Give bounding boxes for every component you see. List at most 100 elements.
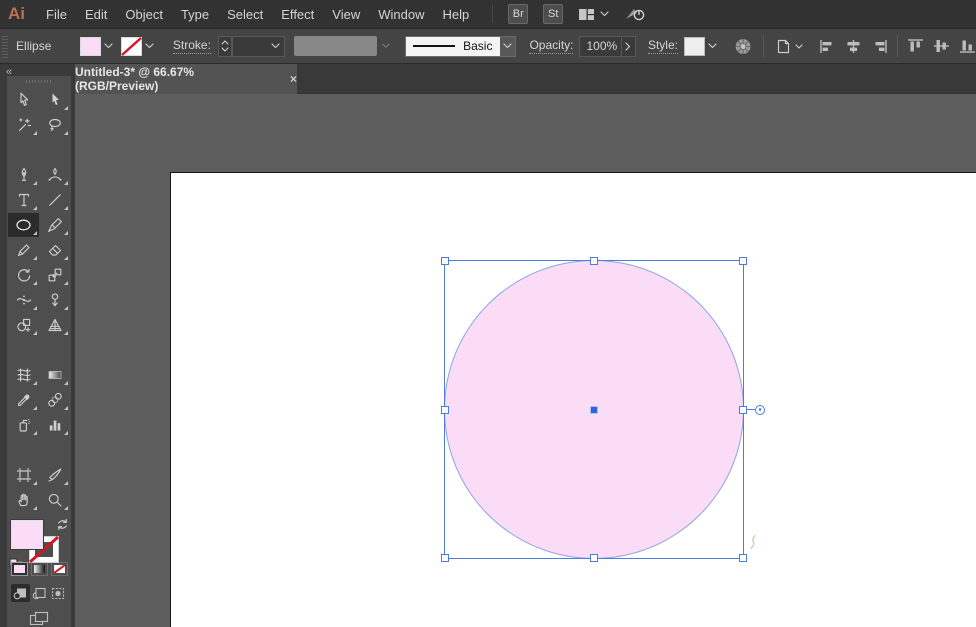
menu-help[interactable]: Help	[433, 7, 478, 22]
menu-select[interactable]: Select	[218, 7, 272, 22]
direct-selection-tool[interactable]	[39, 88, 70, 112]
handle-bottom-right[interactable]	[739, 554, 747, 562]
draw-behind-button[interactable]	[30, 584, 49, 602]
vertical-align-center-icon[interactable]	[933, 38, 950, 54]
fill-proxy-swatch[interactable]	[11, 520, 43, 549]
handle-bottom-left[interactable]	[441, 554, 449, 562]
brush-definition-dropdown[interactable]: Basic	[405, 36, 516, 57]
selection-type-label: Ellipse	[16, 39, 80, 53]
horizontal-align-center-icon[interactable]	[845, 39, 862, 54]
stepper-up-icon[interactable]	[221, 40, 229, 45]
shape-builder-tool[interactable]	[8, 313, 39, 337]
handle-top-right[interactable]	[739, 257, 747, 265]
magic-wand-tool-icon	[16, 117, 32, 133]
menu-window[interactable]: Window	[369, 7, 433, 22]
paintbrush-tool[interactable]	[39, 213, 70, 237]
canvas-area[interactable]	[75, 94, 976, 627]
tool-panel-grip[interactable]	[26, 80, 52, 83]
stepper-down-icon[interactable]	[221, 47, 229, 52]
control-bar: Ellipse Stroke: Basic Opacity: 100%	[0, 29, 976, 64]
tab-close-icon[interactable]: ×	[290, 72, 297, 86]
artboard-tool[interactable]	[8, 463, 39, 487]
swap-fill-stroke-icon[interactable]	[56, 518, 69, 531]
perspective-grid-tool[interactable]	[39, 313, 70, 337]
shaper-tool[interactable]	[8, 238, 39, 262]
draw-inside-button[interactable]	[49, 584, 68, 602]
menu-edit[interactable]: Edit	[76, 7, 116, 22]
menu-object[interactable]: Object	[116, 7, 172, 22]
screen-mode-button[interactable]	[29, 611, 49, 627]
fill-color-swatch[interactable]	[80, 37, 101, 56]
stock-icon[interactable]: St	[543, 4, 563, 24]
live-shape-pie-widget[interactable]	[755, 405, 765, 415]
opacity-expand-button[interactable]	[622, 36, 636, 57]
mesh-tool[interactable]	[8, 363, 39, 387]
ghost-cursor-artifact	[747, 534, 759, 550]
menu-type[interactable]: Type	[172, 7, 218, 22]
gradient-tool[interactable]	[39, 363, 70, 387]
hand-tool[interactable]	[8, 488, 39, 512]
stroke-weight-stepper[interactable]	[218, 36, 232, 57]
width-tool[interactable]	[8, 288, 39, 312]
stroke-color-dropdown[interactable]	[121, 36, 157, 57]
style-dropdown[interactable]	[684, 36, 720, 57]
draw-normal-button[interactable]	[11, 584, 30, 602]
slice-tool[interactable]	[39, 463, 70, 487]
eyedropper-tool-icon	[16, 392, 32, 408]
color-mode-gradient[interactable]	[31, 562, 48, 576]
control-bar-grip[interactable]	[2, 34, 8, 58]
menu-file[interactable]: File	[37, 7, 76, 22]
rotate-tool[interactable]	[8, 263, 39, 287]
stroke-weight-label[interactable]: Stroke:	[173, 38, 211, 54]
menu-effect[interactable]: Effect	[272, 7, 323, 22]
stroke-color-swatch[interactable]	[121, 37, 142, 56]
style-swatch[interactable]	[684, 37, 705, 56]
zoom-tool[interactable]	[39, 488, 70, 512]
handle-bottom-center[interactable]	[590, 554, 598, 562]
magic-wand-tool[interactable]	[8, 113, 39, 137]
transform-options[interactable]	[775, 38, 803, 55]
stroke-weight-dropdown[interactable]	[232, 36, 285, 57]
handle-top-left[interactable]	[441, 257, 449, 265]
color-mode-color[interactable]	[11, 562, 28, 576]
eraser-tool[interactable]	[39, 238, 70, 262]
blend-tool[interactable]	[39, 388, 70, 412]
horizontal-align-left-icon[interactable]	[819, 39, 836, 54]
shaper-tool-icon	[16, 242, 32, 258]
opacity-label[interactable]: Opacity:	[529, 38, 573, 54]
bridge-icon[interactable]: Br	[508, 4, 528, 24]
workspace-switcher[interactable]	[578, 7, 609, 22]
line-segment-tool[interactable]	[39, 188, 70, 212]
gpu-performance[interactable]	[624, 5, 646, 23]
handle-middle-left[interactable]	[441, 406, 449, 414]
zoom-tool-icon	[47, 492, 63, 508]
pen-tool[interactable]	[8, 163, 39, 187]
type-tool-icon	[16, 192, 32, 208]
ellipse-tool[interactable]	[8, 213, 39, 237]
type-tool[interactable]	[8, 188, 39, 212]
selection-tool[interactable]	[8, 88, 39, 112]
paintbrush-tool-icon	[47, 217, 63, 233]
puppet-warp-tool[interactable]	[39, 288, 70, 312]
eyedropper-tool[interactable]	[8, 388, 39, 412]
handle-top-center[interactable]	[590, 257, 598, 265]
line-segment-tool-icon	[47, 192, 63, 208]
horizontal-align-right-icon[interactable]	[871, 39, 888, 54]
menu-view[interactable]: View	[323, 7, 369, 22]
vertical-align-bottom-icon[interactable]	[959, 38, 976, 54]
shape-center-point[interactable]	[590, 406, 598, 414]
selection-bounding-box[interactable]	[444, 260, 744, 559]
opacity-field[interactable]: 100%	[579, 36, 622, 57]
symbol-sprayer-tool[interactable]	[8, 413, 39, 437]
fill-color-dropdown[interactable]	[80, 36, 116, 57]
column-graph-tool[interactable]	[39, 413, 70, 437]
document-tab[interactable]: Untitled-3* @ 66.67% (RGB/Preview) ×	[75, 64, 297, 94]
lasso-tool[interactable]	[39, 113, 70, 137]
color-mode-none[interactable]	[51, 562, 68, 576]
curvature-tool[interactable]	[39, 163, 70, 187]
vertical-align-top-icon[interactable]	[907, 38, 924, 54]
tool-grid	[8, 88, 70, 512]
style-label[interactable]: Style:	[648, 38, 678, 54]
recolor-artwork-icon[interactable]	[734, 36, 752, 57]
scale-tool[interactable]	[39, 263, 70, 287]
